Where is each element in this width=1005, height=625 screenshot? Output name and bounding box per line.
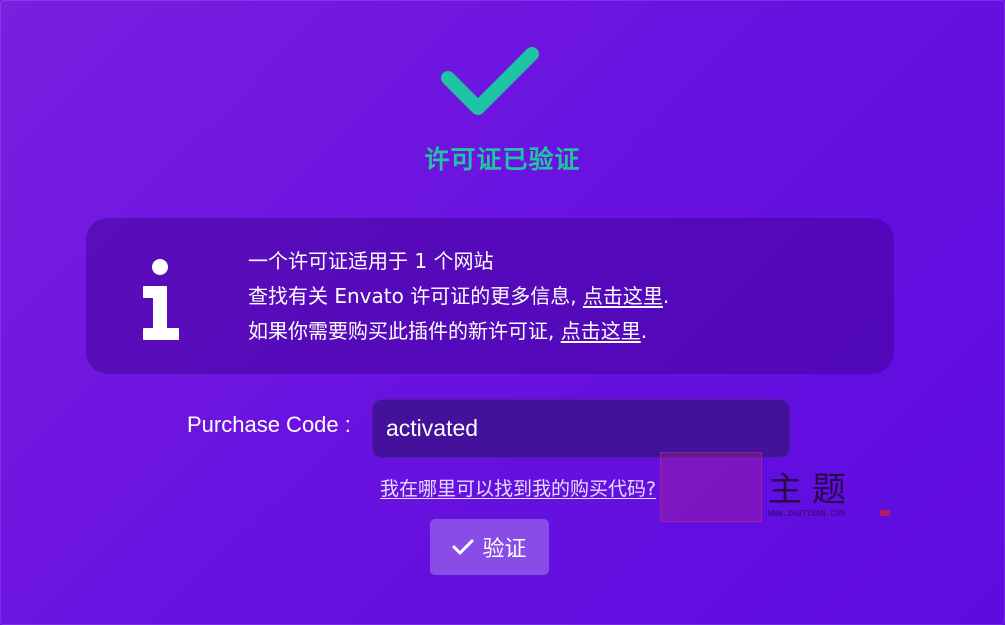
info-icon [143,259,179,340]
info-line-3-suffix: . [640,319,648,343]
verify-button-label: 验证 [482,537,527,562]
info-line-2-text: 查找有关 Envato 许可证的更多信息, [248,284,583,308]
find-purchase-code-link[interactable]: 我在哪里可以找到我的购买代码? [380,474,656,501]
verify-button[interactable]: 验证 [430,519,549,575]
info-line-1: 一个许可证适用于 1 个网站 [248,249,494,273]
buy-license-link[interactable]: 点击这里 [561,319,641,343]
info-line-2-suffix: . [662,284,670,308]
check-icon [452,539,474,555]
checkmark-icon [441,47,539,115]
watermark-url: WWW.ZHUTIBAN.COM [768,509,846,518]
info-text: 一个许可证适用于 1 个网站 查找有关 Envato 许可证的更多信息, 点击这… [248,244,669,349]
license-verified-title: 许可证已验证 [424,145,581,174]
purchase-code-label: Purchase Code : [187,412,351,437]
info-line-2: 查找有关 Envato 许可证的更多信息, 点击这里. [248,279,669,314]
watermark: 主题 WWW.ZHUTIBAN.COM [660,452,894,522]
purchase-code-input[interactable] [372,399,790,458]
watermark-logo [660,452,762,522]
info-line-3: 如果你需要购买此插件的新许可证, 点击这里. [248,314,669,349]
info-line-3-text: 如果你需要购买此插件的新许可证, [248,319,561,343]
watermark-mark [880,510,890,516]
envato-license-link[interactable]: 点击这里 [583,284,663,308]
watermark-text: 主题 [768,470,856,510]
